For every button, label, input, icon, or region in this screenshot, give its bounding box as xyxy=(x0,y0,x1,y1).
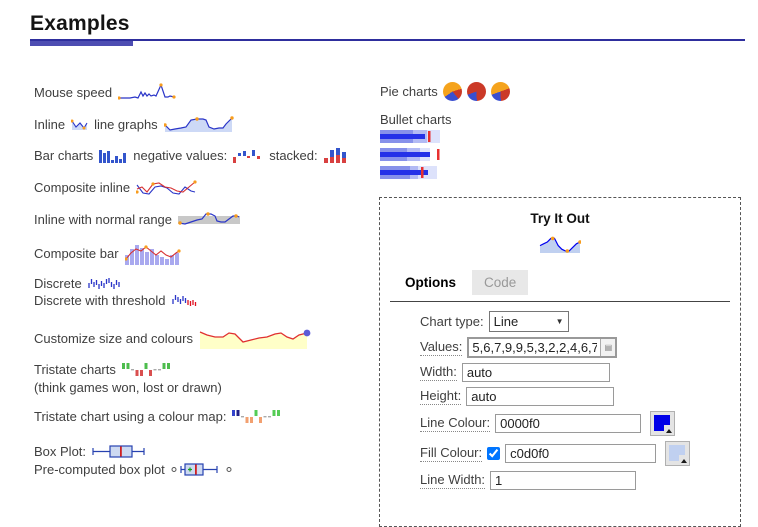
line-colour-row: Line Colour: xyxy=(420,411,740,436)
tristate-colormap-sparkline xyxy=(232,408,282,425)
values-label: Values: xyxy=(420,339,462,356)
fill-colour-label: Fill Colour: xyxy=(420,445,482,462)
line-width-input[interactable] xyxy=(490,471,636,490)
example-row-mouse-speed: Mouse speed xyxy=(34,83,176,101)
line-width-row: Line Width: xyxy=(420,471,740,490)
mouse-speed-sparkline xyxy=(118,83,176,101)
normal-range-sparkline xyxy=(178,210,240,228)
chart-type-selected-value: Line xyxy=(494,314,519,329)
composite-bar-label: Composite bar xyxy=(34,246,119,261)
tab-options[interactable]: Options xyxy=(393,270,468,295)
bullet-chart-1 xyxy=(380,130,442,143)
width-input[interactable] xyxy=(462,363,610,382)
inline-normal-range-label: Inline with normal range xyxy=(34,212,172,227)
tab-code[interactable]: Code xyxy=(472,270,528,295)
pie-chart-3 xyxy=(491,82,510,101)
example-row-tristate: Tristate charts xyxy=(34,361,172,378)
composite-inline-label: Composite inline xyxy=(34,180,130,195)
chart-type-row: Chart type: Line ▼ xyxy=(420,311,740,332)
line-colour-input[interactable] xyxy=(495,414,641,433)
example-row-composite-bar: Composite bar xyxy=(34,241,181,265)
pie-charts-label: Pie charts xyxy=(380,84,438,99)
discrete-label: Discrete xyxy=(34,276,82,291)
tristate-colormap-label: Tristate chart using a colour map: xyxy=(34,409,226,424)
try-it-out-panel: Try It Out Options Code Chart type: Line… xyxy=(379,197,741,527)
discrete-sparkline xyxy=(88,277,121,290)
tristate-sparkline xyxy=(122,361,172,378)
inline-mini-sparkline xyxy=(71,118,88,131)
line-colour-picker-button[interactable] xyxy=(650,411,675,436)
picker-arrow-icon xyxy=(679,455,688,464)
fill-colour-row: Fill Colour: xyxy=(420,441,740,466)
height-row: Height: xyxy=(420,387,740,406)
negative-values-label: negative values: xyxy=(133,148,227,163)
stacked-label: stacked: xyxy=(269,148,317,163)
bullet-chart-3 xyxy=(380,166,442,179)
pie-chart-2 xyxy=(467,82,486,101)
values-history-button[interactable]: ▤ xyxy=(600,339,615,356)
composite-inline-sparkline xyxy=(136,178,198,197)
bullet-charts-label: Bullet charts xyxy=(380,112,452,127)
inline-label: Inline xyxy=(34,117,65,132)
stacked-bar-sparkline xyxy=(324,147,348,163)
title-underline-thin xyxy=(30,39,745,41)
precomputed-box-plot-label: Pre-computed box plot xyxy=(34,462,165,477)
pie-chart-1 xyxy=(443,82,462,101)
example-row-discrete-threshold: Discrete with threshold xyxy=(34,293,199,308)
bullet-chart-2 xyxy=(380,148,442,161)
title-underline-thick xyxy=(30,41,133,46)
discrete-threshold-sparkline xyxy=(172,294,199,307)
line-width-label: Line Width: xyxy=(420,472,485,489)
line-graphs-sparkline xyxy=(164,115,234,133)
example-row-customize: Customize size and colours xyxy=(34,325,313,352)
example-row-composite-inline: Composite inline xyxy=(34,178,198,197)
bar-chart-sparkline xyxy=(99,147,127,163)
tryout-form: Chart type: Line ▼ Values: ▤ Width: Heig… xyxy=(420,311,740,490)
box-plot-sparkline xyxy=(92,444,148,459)
chart-type-select[interactable]: Line ▼ xyxy=(489,311,569,332)
precomputed-box-plot-sparkline xyxy=(171,462,235,477)
width-label: Width: xyxy=(420,364,457,381)
bar-charts-label: Bar charts xyxy=(34,148,93,163)
values-input[interactable] xyxy=(469,339,600,356)
page-title: Examples xyxy=(30,12,130,36)
example-row-inline-normal-range: Inline with normal range xyxy=(34,210,240,228)
customize-sparkline xyxy=(199,325,313,352)
height-input[interactable] xyxy=(466,387,614,406)
example-row-tristate-note: (think games won, lost or drawn) xyxy=(34,380,222,395)
try-it-out-sparkline xyxy=(539,235,581,254)
tabs-divider xyxy=(390,301,730,302)
example-row-box-plot: Box Plot: xyxy=(34,444,148,459)
example-row-precomputed-box-plot: Pre-computed box plot xyxy=(34,462,235,477)
tristate-note-label: (think games won, lost or drawn) xyxy=(34,380,222,395)
box-plot-label: Box Plot: xyxy=(34,444,86,459)
height-label: Height: xyxy=(420,388,461,405)
discrete-threshold-label: Discrete with threshold xyxy=(34,293,166,308)
chart-type-label: Chart type: xyxy=(420,314,484,329)
chevron-down-icon: ▼ xyxy=(556,317,564,326)
fill-colour-picker-button[interactable] xyxy=(665,441,690,466)
mouse-speed-label: Mouse speed xyxy=(34,85,112,100)
example-row-bar-charts: Bar charts negative values: stacked: xyxy=(34,147,348,163)
tryout-tabs: Options Code xyxy=(393,270,740,295)
bullet-charts-group xyxy=(380,130,442,179)
composite-bar-sparkline xyxy=(125,241,181,265)
list-icon: ▤ xyxy=(605,343,613,352)
example-row-tristate-colormap: Tristate chart using a colour map: xyxy=(34,408,282,425)
width-row: Width: xyxy=(420,363,740,382)
line-graphs-label: line graphs xyxy=(94,117,158,132)
values-combo: ▤ xyxy=(467,337,617,358)
picker-arrow-icon xyxy=(664,425,673,434)
values-row: Values: ▤ xyxy=(420,337,740,358)
customize-label: Customize size and colours xyxy=(34,331,193,346)
example-row-discrete: Discrete xyxy=(34,276,121,291)
fill-colour-input[interactable] xyxy=(505,444,656,463)
try-it-out-title: Try It Out xyxy=(380,211,740,226)
fill-colour-checkbox[interactable] xyxy=(487,447,500,460)
pie-charts-row: Pie charts xyxy=(380,82,510,101)
example-row-inline: Inline line graphs xyxy=(34,115,234,133)
line-colour-label: Line Colour: xyxy=(420,415,490,432)
negative-bar-sparkline xyxy=(233,148,263,163)
tristate-label: Tristate charts xyxy=(34,362,116,377)
